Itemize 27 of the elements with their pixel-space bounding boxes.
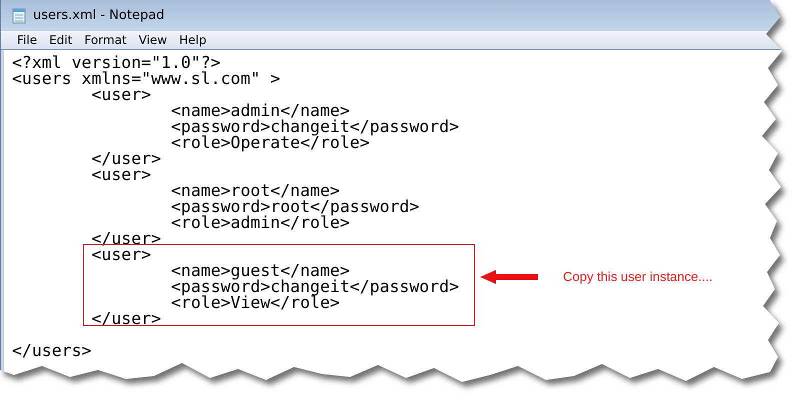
menu-item[interactable]: View bbox=[132, 33, 174, 47]
code-line: <user> bbox=[90, 87, 152, 103]
arrow-icon bbox=[480, 270, 538, 284]
code-line: </user> bbox=[90, 151, 162, 167]
code-line: </user> bbox=[90, 311, 162, 327]
code-line: <password>root</password> bbox=[170, 199, 420, 215]
code-line: <password>changeit</password> bbox=[170, 119, 460, 135]
code-line: </users> bbox=[12, 343, 92, 359]
code-line: <?xml version="1.0"?> bbox=[12, 55, 221, 71]
code-line: <user> bbox=[90, 247, 152, 263]
annotation-text: Copy this user instance.... bbox=[563, 269, 713, 284]
menu-item[interactable]: File bbox=[11, 33, 44, 47]
window-title: users.xml - Notepad bbox=[33, 8, 164, 23]
code-line: <users xmlns="www.sl.com" > bbox=[12, 71, 280, 87]
code-line: <name>root</name> bbox=[170, 183, 340, 199]
code-line: <role>Operate</role> bbox=[170, 135, 370, 151]
code-line: <password>changeit</password> bbox=[170, 279, 460, 295]
code-line: <role>View</role> bbox=[170, 295, 340, 311]
code-line: <name>admin</name> bbox=[170, 103, 350, 119]
menu-item[interactable]: Help bbox=[173, 33, 212, 47]
code-line: </user> bbox=[90, 231, 162, 247]
code-line: <name>guest</name> bbox=[170, 263, 350, 279]
menu-item[interactable]: Edit bbox=[43, 33, 78, 47]
code-line: <role>admin</role> bbox=[170, 215, 350, 231]
menu-item[interactable]: Format bbox=[78, 33, 133, 47]
notepad-icon bbox=[12, 8, 26, 24]
code-line: <user> bbox=[90, 167, 152, 183]
